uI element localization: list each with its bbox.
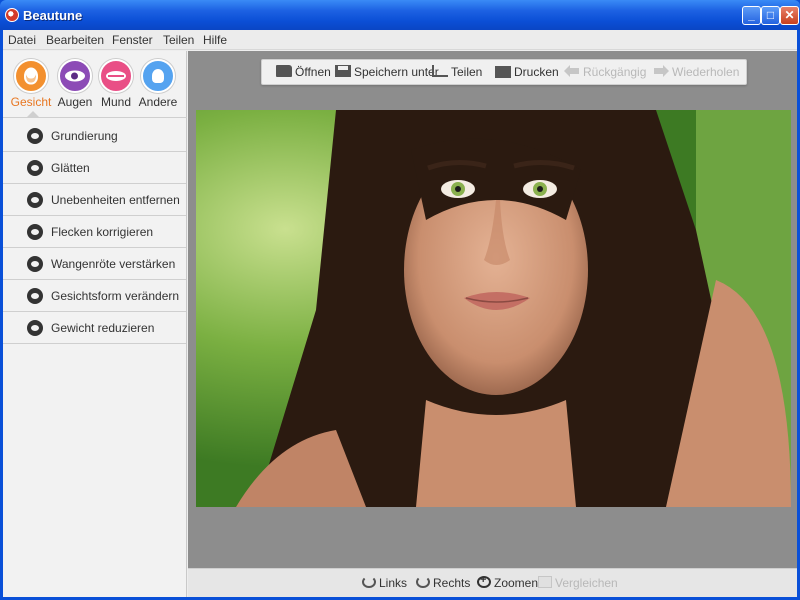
share-button[interactable]: Teilen bbox=[432, 65, 482, 81]
spot-icon bbox=[27, 224, 43, 240]
save-icon bbox=[335, 65, 351, 77]
window-title: Beautune bbox=[23, 8, 83, 23]
category-gesicht-circle bbox=[14, 59, 48, 93]
flower-icon bbox=[152, 69, 164, 83]
tool-list: Grundierung Glätten Unebenheiten entfern… bbox=[3, 120, 186, 344]
rotate-left-button[interactable]: Links bbox=[362, 576, 407, 590]
share-icon bbox=[432, 65, 448, 77]
redo-label: Wiederholen bbox=[672, 65, 740, 79]
print-label: Drucken bbox=[514, 65, 559, 79]
zoom-label: Zoomen bbox=[494, 576, 539, 590]
menu-hilfe[interactable]: Hilfe bbox=[203, 33, 227, 47]
sidebar: Gesicht Augen Mund Andere Grundierung Gl… bbox=[3, 51, 187, 597]
menu-teilen[interactable]: Teilen bbox=[163, 33, 194, 47]
compare-button[interactable]: Vergleichen bbox=[538, 576, 618, 590]
face-icon bbox=[24, 67, 38, 85]
tool-gesichtsform-veraendern[interactable]: Gesichtsform verändern bbox=[3, 280, 186, 312]
category-divider bbox=[3, 117, 187, 118]
minimize-icon: _ bbox=[748, 8, 755, 22]
menu-fenster[interactable]: Fenster bbox=[112, 33, 153, 47]
category-gesicht-label: Gesicht bbox=[10, 95, 52, 109]
save-as-button[interactable]: Speichern unter bbox=[335, 65, 439, 81]
foundation-icon bbox=[27, 128, 43, 144]
blush-icon bbox=[27, 256, 43, 272]
tool-label: Flecken korrigieren bbox=[51, 225, 154, 239]
app-logo-icon bbox=[5, 8, 19, 22]
tool-label: Wangenröte verstärken bbox=[51, 257, 176, 271]
open-button[interactable]: Öffnen bbox=[276, 65, 331, 81]
category-andere-label: Andere bbox=[138, 95, 178, 109]
lips-icon bbox=[106, 71, 126, 81]
category-augen-circle bbox=[58, 59, 92, 93]
save-as-label: Speichern unter bbox=[354, 65, 439, 79]
compare-label: Vergleichen bbox=[555, 576, 618, 590]
rotate-right-label: Rechts bbox=[433, 576, 471, 590]
close-button[interactable]: ✕ bbox=[780, 6, 799, 25]
menu-bearbeiten[interactable]: Bearbeiten bbox=[46, 33, 104, 47]
blemish-icon bbox=[27, 192, 43, 208]
weight-icon bbox=[27, 320, 43, 336]
compare-icon bbox=[538, 576, 552, 588]
app-window: Beautune _ □ ✕ Datei Bearbeiten Fenster … bbox=[0, 0, 800, 600]
category-andere[interactable]: Andere bbox=[136, 59, 180, 109]
printer-icon bbox=[495, 66, 511, 78]
rotate-right-button[interactable]: Rechts bbox=[416, 576, 470, 590]
rotate-right-icon bbox=[416, 576, 430, 588]
category-mund-circle bbox=[99, 59, 133, 93]
photo-canvas[interactable] bbox=[196, 110, 791, 507]
eye-icon bbox=[65, 70, 85, 82]
bottom-toolbar: Links Rechts Zoomen Vergleichen bbox=[188, 568, 797, 597]
category-andere-circle bbox=[141, 59, 175, 93]
folder-icon bbox=[276, 65, 292, 77]
close-icon: ✕ bbox=[784, 8, 795, 22]
redo-button[interactable]: Wiederholen bbox=[653, 65, 739, 81]
client-area: Datei Bearbeiten Fenster Teilen Hilfe Ge… bbox=[3, 30, 797, 597]
category-augen[interactable]: Augen bbox=[53, 59, 97, 109]
undo-label: Rückgängig bbox=[583, 65, 647, 79]
top-toolbar: Öffnen Speichern unter Teilen Drucken Rü… bbox=[261, 59, 747, 85]
category-gesicht[interactable]: Gesicht bbox=[9, 59, 53, 109]
tool-wangenroete-verstaerken[interactable]: Wangenröte verstärken bbox=[3, 248, 186, 280]
tool-label: Gesichtsform verändern bbox=[51, 289, 180, 303]
maximize-button[interactable]: □ bbox=[761, 6, 780, 25]
open-label: Öffnen bbox=[295, 65, 331, 79]
menu-bar: Datei Bearbeiten Fenster Teilen Hilfe bbox=[3, 30, 797, 50]
category-mund-label: Mund bbox=[100, 95, 132, 109]
print-button[interactable]: Drucken bbox=[495, 65, 559, 81]
undo-icon bbox=[564, 65, 580, 77]
undo-button[interactable]: Rückgängig bbox=[564, 65, 646, 81]
share-label: Teilen bbox=[451, 65, 483, 79]
tool-label: Gewicht reduzieren bbox=[51, 321, 155, 335]
portrait-photo bbox=[196, 110, 791, 507]
maximize-icon: □ bbox=[766, 8, 775, 22]
tool-label: Unebenheiten entfernen bbox=[51, 193, 180, 207]
minimize-button[interactable]: _ bbox=[742, 6, 761, 25]
tool-glaetten[interactable]: Glätten bbox=[3, 152, 186, 184]
rotate-left-label: Links bbox=[379, 576, 408, 590]
category-mund[interactable]: Mund bbox=[94, 59, 138, 109]
zoom-button[interactable]: Zoomen bbox=[477, 574, 539, 590]
title-bar[interactable]: Beautune _ □ ✕ bbox=[0, 0, 800, 30]
zoom-icon bbox=[477, 574, 491, 588]
menu-datei[interactable]: Datei bbox=[8, 33, 36, 47]
category-augen-label: Augen bbox=[57, 95, 93, 109]
redo-icon bbox=[653, 65, 669, 77]
smooth-icon bbox=[27, 160, 43, 176]
tool-grundierung[interactable]: Grundierung bbox=[3, 120, 186, 152]
face-shape-icon bbox=[27, 288, 43, 304]
tool-gewicht-reduzieren[interactable]: Gewicht reduzieren bbox=[3, 312, 186, 344]
workspace: Öffnen Speichern unter Teilen Drucken Rü… bbox=[188, 51, 797, 597]
tool-label: Grundierung bbox=[51, 129, 118, 143]
tool-label: Glätten bbox=[51, 161, 90, 175]
rotate-left-icon bbox=[362, 576, 376, 588]
tool-flecken-korrigieren[interactable]: Flecken korrigieren bbox=[3, 216, 186, 248]
tool-unebenheiten-entfernen[interactable]: Unebenheiten entfernen bbox=[3, 184, 186, 216]
